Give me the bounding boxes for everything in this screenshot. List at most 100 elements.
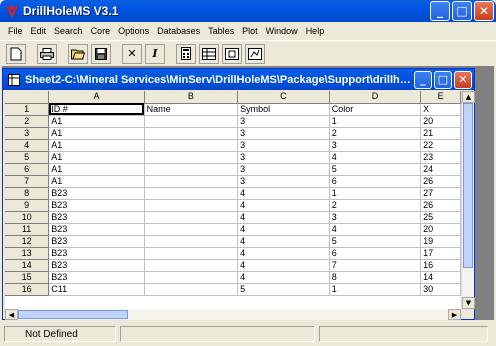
cell-c[interactable]: 4 [237, 235, 330, 248]
cell-b[interactable]: Name [144, 103, 239, 116]
column-header-d[interactable]: D [329, 91, 422, 104]
calculator-icon[interactable] [176, 43, 196, 64]
sheet-title-bar[interactable]: Sheet2-C:\Mineral Services\MinServ\Drill… [3, 69, 474, 90]
cell-a[interactable]: A1 [48, 127, 145, 140]
row-header[interactable]: 7 [5, 175, 50, 188]
cell-a[interactable]: B23 [48, 223, 145, 236]
column-header-b[interactable]: B [144, 91, 239, 104]
cell-c[interactable]: 4 [237, 259, 330, 272]
cell-c[interactable]: 4 [237, 199, 330, 212]
row-header[interactable]: 11 [5, 223, 50, 236]
cell-a[interactable]: A1 [48, 163, 145, 176]
cell-b[interactable] [144, 139, 239, 152]
app-icon[interactable] [4, 3, 20, 19]
menu-core[interactable]: Core [87, 26, 115, 36]
menu-edit[interactable]: Edit [27, 26, 51, 36]
horizontal-scroll-thumb[interactable] [18, 310, 128, 319]
cell-a[interactable]: B23 [48, 235, 145, 248]
cell-a[interactable]: A1 [48, 175, 145, 188]
cell-d[interactable]: 1 [329, 283, 422, 296]
cell-c[interactable]: 3 [237, 163, 330, 176]
cell-a[interactable]: B23 [48, 199, 145, 212]
sheet-icon[interactable] [7, 73, 21, 87]
table-icon[interactable] [199, 43, 219, 64]
cell-e[interactable]: 26 [420, 199, 461, 212]
cell-d[interactable]: 2 [329, 199, 422, 212]
row-header[interactable]: 5 [5, 151, 50, 164]
cell-b[interactable] [144, 199, 239, 212]
cell-c[interactable]: 3 [237, 115, 330, 128]
horizontal-scrollbar[interactable]: ◀ ▶ [5, 309, 461, 320]
corner-cell[interactable] [5, 91, 50, 104]
vertical-scrollbar[interactable]: ▲ ▼ [461, 91, 475, 309]
frame-icon[interactable] [222, 43, 242, 64]
row-header[interactable]: 6 [5, 163, 50, 176]
row-header[interactable]: 13 [5, 247, 50, 260]
cell-a[interactable]: A1 [48, 151, 145, 164]
x-delete-icon[interactable]: ✕ [122, 43, 142, 64]
cell-c[interactable]: 3 [237, 139, 330, 152]
row-header[interactable]: 15 [5, 271, 50, 284]
cell-b[interactable] [144, 247, 239, 260]
cell-b[interactable] [144, 235, 239, 248]
cell-a[interactable]: B23 [48, 211, 145, 224]
minimize-button[interactable]: _ [430, 1, 450, 21]
printer-icon[interactable] [37, 43, 57, 64]
cell-c[interactable]: 4 [237, 187, 330, 200]
row-header[interactable]: 3 [5, 127, 50, 140]
cell-e[interactable]: 25 [420, 211, 461, 224]
cell-b[interactable] [144, 127, 239, 140]
main-title-bar[interactable]: DrillHoleMS V3.1 _ □ ✕ [0, 0, 496, 22]
chart-icon[interactable] [245, 43, 265, 64]
cell-b[interactable] [144, 223, 239, 236]
cell-d[interactable]: 7 [329, 259, 422, 272]
cell-a[interactable]: B23 [48, 187, 145, 200]
row-header[interactable]: 8 [5, 187, 50, 200]
cell-b[interactable] [144, 187, 239, 200]
cell-c[interactable]: 3 [237, 175, 330, 188]
menu-tables[interactable]: Tables [204, 26, 238, 36]
row-header[interactable]: 2 [5, 115, 50, 128]
cell-d[interactable]: 6 [329, 175, 422, 188]
cell-d[interactable]: 1 [329, 187, 422, 200]
cell-e[interactable]: 17 [420, 247, 461, 260]
menu-help[interactable]: Help [302, 26, 329, 36]
cell-d[interactable]: 2 [329, 127, 422, 140]
maximize-button[interactable]: □ [452, 1, 472, 21]
cell-d[interactable]: 5 [329, 235, 422, 248]
cell-e[interactable]: 20 [420, 115, 461, 128]
cell-a[interactable]: B23 [48, 259, 145, 272]
menu-plot[interactable]: Plot [238, 26, 262, 36]
cell-a[interactable]: A1 [48, 115, 145, 128]
scroll-right-icon[interactable]: ▶ [448, 309, 461, 320]
cell-c[interactable]: 4 [237, 223, 330, 236]
vertical-scroll-thumb[interactable] [463, 103, 473, 268]
cell-b[interactable] [144, 271, 239, 284]
save-disk-icon[interactable] [91, 43, 111, 64]
cell-a[interactable]: A1 [48, 139, 145, 152]
cell-d[interactable]: 5 [329, 163, 422, 176]
cell-d[interactable]: 4 [329, 151, 422, 164]
scroll-left-icon[interactable]: ◀ [5, 309, 18, 320]
close-button[interactable]: ✕ [474, 1, 494, 21]
column-header-c[interactable]: C [237, 91, 330, 104]
cell-c[interactable]: 4 [237, 211, 330, 224]
cell-e[interactable]: 21 [420, 127, 461, 140]
open-folder-icon[interactable] [68, 43, 88, 64]
sheet-minimize-button[interactable]: _ [414, 70, 432, 89]
row-header[interactable]: 14 [5, 259, 50, 272]
sheet-maximize-button[interactable]: □ [434, 70, 452, 89]
cell-b[interactable] [144, 151, 239, 164]
menu-file[interactable]: File [4, 26, 27, 36]
italic-icon[interactable]: I [145, 43, 165, 64]
cell-c[interactable]: 3 [237, 127, 330, 140]
cell-d[interactable]: 1 [329, 115, 422, 128]
cell-e[interactable]: 30 [420, 283, 461, 296]
cell-e[interactable]: X [420, 103, 461, 116]
new-document-icon[interactable] [6, 43, 26, 64]
cell-c[interactable]: 4 [237, 271, 330, 284]
cell-a[interactable]: B23 [48, 247, 145, 260]
menu-search[interactable]: Search [50, 26, 87, 36]
cell-c[interactable]: Symbol [237, 103, 330, 116]
scroll-down-icon[interactable]: ▼ [462, 297, 475, 309]
